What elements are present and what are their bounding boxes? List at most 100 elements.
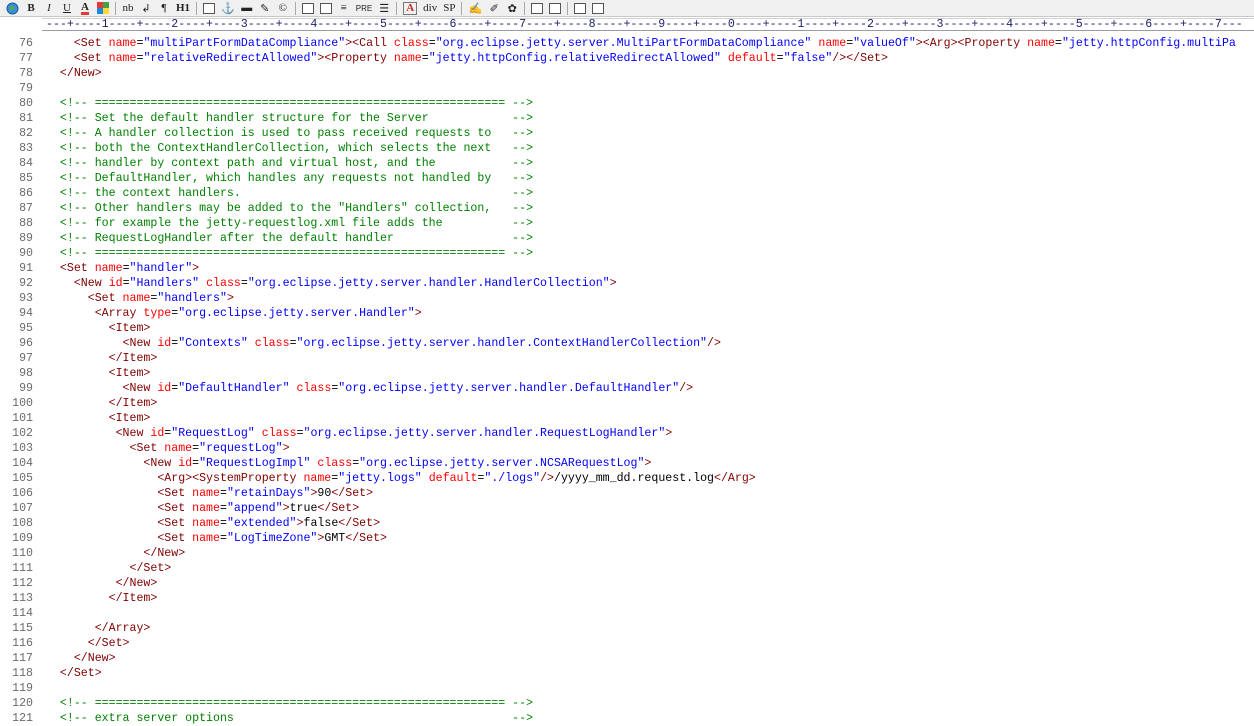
code-line[interactable]: 86 <!-- the context handlers. --> bbox=[0, 186, 1254, 201]
code-line[interactable]: 105 <Arg><SystemProperty name="jetty.log… bbox=[0, 471, 1254, 486]
nbsp-button[interactable]: nb bbox=[120, 1, 136, 16]
copyright-button[interactable]: © bbox=[275, 1, 291, 16]
code-line[interactable]: 112 </New> bbox=[0, 576, 1254, 591]
code-line[interactable]: 80 <!-- ================================… bbox=[0, 96, 1254, 111]
code-text: 90 bbox=[317, 487, 332, 500]
code-line[interactable]: 83 <!-- both the ContextHandlerCollectio… bbox=[0, 141, 1254, 156]
table-icon[interactable] bbox=[300, 1, 316, 16]
code-line[interactable]: 113 </Item> bbox=[0, 591, 1254, 606]
line-break-button[interactable]: ↲ bbox=[138, 1, 154, 16]
italic-button[interactable]: I bbox=[41, 1, 57, 16]
code-tag: <Set bbox=[73, 37, 109, 50]
code-line[interactable]: 91 <Set name="handler"> bbox=[0, 261, 1254, 276]
table-edit-icon[interactable] bbox=[529, 1, 545, 16]
underline-button[interactable]: U bbox=[59, 1, 75, 16]
code-line-content: <!-- ===================================… bbox=[46, 246, 533, 261]
bold-button[interactable]: B bbox=[23, 1, 39, 16]
line-number: 86 bbox=[19, 187, 33, 200]
code-line[interactable]: 88 <!-- for example the jetty-requestlog… bbox=[0, 216, 1254, 231]
code-line[interactable]: 117 </New> bbox=[0, 651, 1254, 666]
hr-icon[interactable]: ▬ bbox=[239, 1, 255, 16]
code-value: "handlers" bbox=[157, 292, 227, 305]
font-color-button[interactable]: A bbox=[77, 1, 93, 16]
color-grid-icon[interactable] bbox=[95, 1, 111, 16]
code-line[interactable]: 85 <!-- DefaultHandler, which handles an… bbox=[0, 171, 1254, 186]
code-line[interactable]: 114 bbox=[0, 606, 1254, 621]
code-line[interactable]: 107 <Set name="append">true</Set> bbox=[0, 501, 1254, 516]
anchor-icon[interactable]: ⚓ bbox=[219, 1, 237, 16]
layout-icon[interactable] bbox=[547, 1, 563, 16]
font-button[interactable]: A bbox=[401, 1, 419, 16]
code-line[interactable]: 81 <!-- Set the default handler structur… bbox=[0, 111, 1254, 126]
code-line[interactable]: 78 </New> bbox=[0, 66, 1254, 81]
palette-icon[interactable]: ✿ bbox=[504, 1, 520, 16]
code-value: "org.eclipse.jetty.server.MultiPartFormD… bbox=[435, 37, 812, 50]
code-line[interactable]: 120 <!-- ===============================… bbox=[0, 696, 1254, 711]
code-attribute: class bbox=[254, 337, 290, 350]
code-line[interactable]: 96 <New id="Contexts" class="org.eclipse… bbox=[0, 336, 1254, 351]
code-line[interactable]: 106 <Set name="retainDays">90</Set> bbox=[0, 486, 1254, 501]
code-line[interactable]: 89 <!-- RequestLogHandler after the defa… bbox=[0, 231, 1254, 246]
edit-icon[interactable]: ✎ bbox=[257, 1, 273, 16]
line-number: 106 bbox=[12, 487, 33, 500]
code-line[interactable]: 76 <Set name="multiPartFormDataComplianc… bbox=[0, 36, 1254, 51]
code-value: "./logs" bbox=[484, 472, 541, 485]
code-line[interactable]: 103 <Set name="requestLog"> bbox=[0, 441, 1254, 456]
code-line[interactable]: 104 <New id="RequestLogImpl" class="org.… bbox=[0, 456, 1254, 471]
toolbar-separator bbox=[196, 1, 198, 15]
image-icon[interactable] bbox=[201, 1, 217, 16]
ruler-scale: ---+----1----+----2----+----3----+----4-… bbox=[46, 18, 1243, 31]
paragraph-button-label: ¶ bbox=[161, 2, 167, 14]
script-icon[interactable]: ✍ bbox=[466, 1, 484, 16]
code-line[interactable]: 94 <Array type="org.eclipse.jetty.server… bbox=[0, 306, 1254, 321]
code-line[interactable]: 118 </Set> bbox=[0, 666, 1254, 681]
sp-button[interactable]: SP bbox=[441, 1, 457, 16]
globe-icon[interactable] bbox=[4, 1, 21, 16]
paragraph-button[interactable]: ¶ bbox=[156, 1, 172, 16]
align-icon[interactable]: ≡ bbox=[336, 1, 352, 16]
code-tag: <Array bbox=[94, 307, 144, 320]
line-number: 85 bbox=[19, 172, 33, 185]
code-line[interactable]: 90 <!-- ================================… bbox=[0, 246, 1254, 261]
list-icon[interactable]: ☰ bbox=[376, 1, 392, 16]
code-line[interactable]: 92 <New id="Handlers" class="org.eclipse… bbox=[0, 276, 1254, 291]
code-line[interactable]: 79 bbox=[0, 81, 1254, 96]
code-line[interactable]: 87 <!-- Other handlers may be added to t… bbox=[0, 201, 1254, 216]
code-line[interactable]: 95 <Item> bbox=[0, 321, 1254, 336]
code-line[interactable]: 101 <Item> bbox=[0, 411, 1254, 426]
heading-button[interactable]: H1 bbox=[174, 1, 192, 16]
code-line[interactable]: 99 <New id="DefaultHandler" class="org.e… bbox=[0, 381, 1254, 396]
code-line[interactable]: 77 <Set name="relativeRedirectAllowed"><… bbox=[0, 51, 1254, 66]
page-icon[interactable] bbox=[590, 1, 606, 16]
code-line[interactable]: 82 <!-- A handler collection is used to … bbox=[0, 126, 1254, 141]
code-line[interactable]: 111 </Set> bbox=[0, 561, 1254, 576]
pre-button[interactable]: PRE bbox=[354, 1, 374, 16]
code-tag: </Set> bbox=[87, 637, 130, 650]
code-line[interactable]: 102 <New id="RequestLog" class="org.ecli… bbox=[0, 426, 1254, 441]
code-tag: </New> bbox=[143, 547, 186, 560]
code-line[interactable]: 108 <Set name="extended">false</Set> bbox=[0, 516, 1254, 531]
toolbar-separator bbox=[567, 1, 569, 15]
code-line[interactable]: 84 <!-- handler by context path and virt… bbox=[0, 156, 1254, 171]
code-line[interactable]: 115 </Array> bbox=[0, 621, 1254, 636]
code-line[interactable]: 110 </New> bbox=[0, 546, 1254, 561]
line-number: 115 bbox=[12, 622, 33, 635]
div-button[interactable]: div bbox=[421, 1, 439, 16]
code-line[interactable]: 98 <Item> bbox=[0, 366, 1254, 381]
code-comment: <!-- RequestLogHandler after the default… bbox=[59, 232, 534, 245]
preview-icon[interactable] bbox=[572, 1, 588, 16]
code-line[interactable]: 97 </Item> bbox=[0, 351, 1254, 366]
code-line[interactable]: 119 bbox=[0, 681, 1254, 696]
code-line[interactable]: 109 <Set name="LogTimeZone">GMT</Set> bbox=[0, 531, 1254, 546]
code-line[interactable]: 93 <Set name="handlers"> bbox=[0, 291, 1254, 306]
code-tag: </Item> bbox=[108, 397, 158, 410]
table-edit-icon-glyph bbox=[531, 2, 544, 14]
code-line[interactable]: 116 </Set> bbox=[0, 636, 1254, 651]
code-line[interactable]: 100 </Item> bbox=[0, 396, 1254, 411]
form-icon[interactable] bbox=[318, 1, 334, 16]
style-icon[interactable]: ✐ bbox=[486, 1, 502, 16]
code-line-content: <Set name="handlers"> bbox=[46, 291, 234, 306]
